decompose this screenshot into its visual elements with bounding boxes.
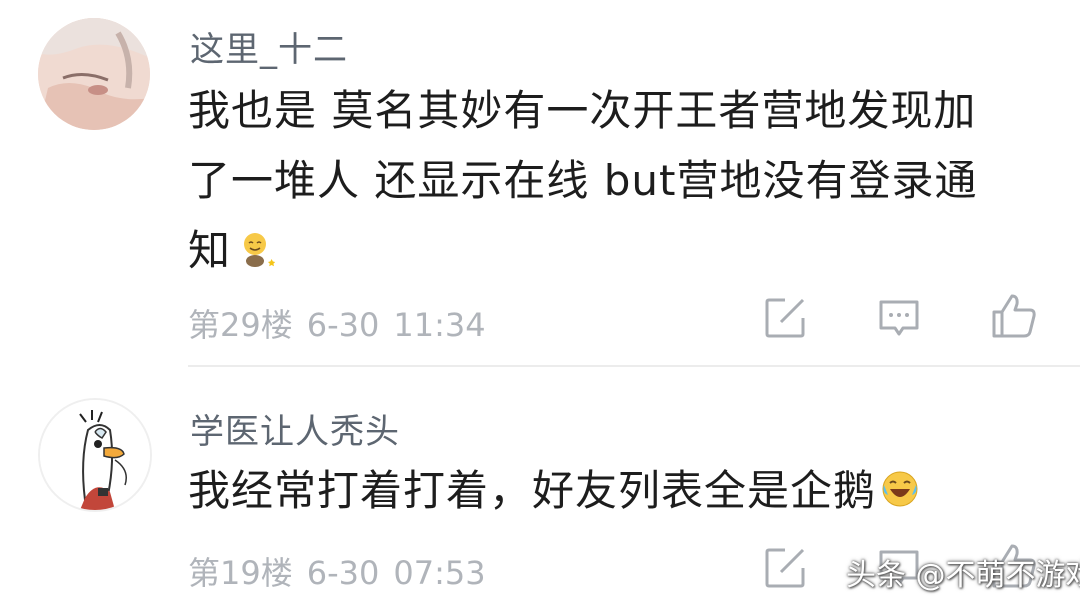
username[interactable]: 这里_十二 (190, 22, 348, 71)
comment-line: 了一堆人 还显示在线 but营地没有登录通 (188, 156, 978, 205)
comment-meta: 第29楼 6-30 11:34 (188, 300, 500, 346)
smile-emoji-icon (235, 220, 276, 267)
comment-time: 11:34 (393, 306, 486, 344)
floor-number: 第19楼 (188, 554, 293, 592)
like-button[interactable] (990, 292, 1038, 340)
avatar[interactable] (38, 18, 150, 130)
comment-line-text: 知 (188, 226, 232, 275)
comment-text: 我也是 莫名其妙有一次开王者营地发现加 了一堆人 还显示在线 but营地没有登录… (188, 76, 1028, 286)
username[interactable]: 学医让人秃头 (190, 404, 400, 453)
comment-text: 我经常打着打着，好友列表全是企鹅 (188, 456, 1028, 526)
comment-line: 我也是 莫名其妙有一次开王者营地发现加 (188, 86, 977, 135)
comment-date: 6-30 (306, 306, 380, 344)
comment-time: 07:53 (393, 554, 486, 592)
comment-bubble-icon (879, 300, 919, 336)
repost-button[interactable] (763, 296, 807, 340)
repost-button[interactable] (763, 546, 807, 590)
edit-share-icon (765, 548, 805, 588)
floor-number: 第29楼 (188, 306, 293, 344)
comment-line: 知 (188, 216, 1028, 286)
watermark: 头条 @不萌不游戏 (846, 558, 1080, 593)
comment-line-text: 我经常打着打着，好友列表全是企鹅 (188, 466, 877, 515)
thumbs-up-icon (992, 294, 1036, 338)
avatar[interactable] (38, 398, 152, 512)
comment-date: 6-30 (306, 554, 380, 592)
edit-share-icon (765, 298, 805, 338)
reply-button[interactable] (877, 296, 921, 340)
laugh-cry-emoji-icon (880, 460, 920, 507)
comment-meta: 第19楼 6-30 07:53 (188, 548, 500, 594)
comment-item: 这里_十二 我也是 莫名其妙有一次开王者营地发现加 了一堆人 还显示在线 but… (0, 0, 1080, 370)
avatar-image (40, 400, 150, 510)
avatar-image (38, 18, 150, 130)
comment-line: 我经常打着打着，好友列表全是企鹅 (188, 456, 1028, 526)
divider (188, 365, 1080, 367)
